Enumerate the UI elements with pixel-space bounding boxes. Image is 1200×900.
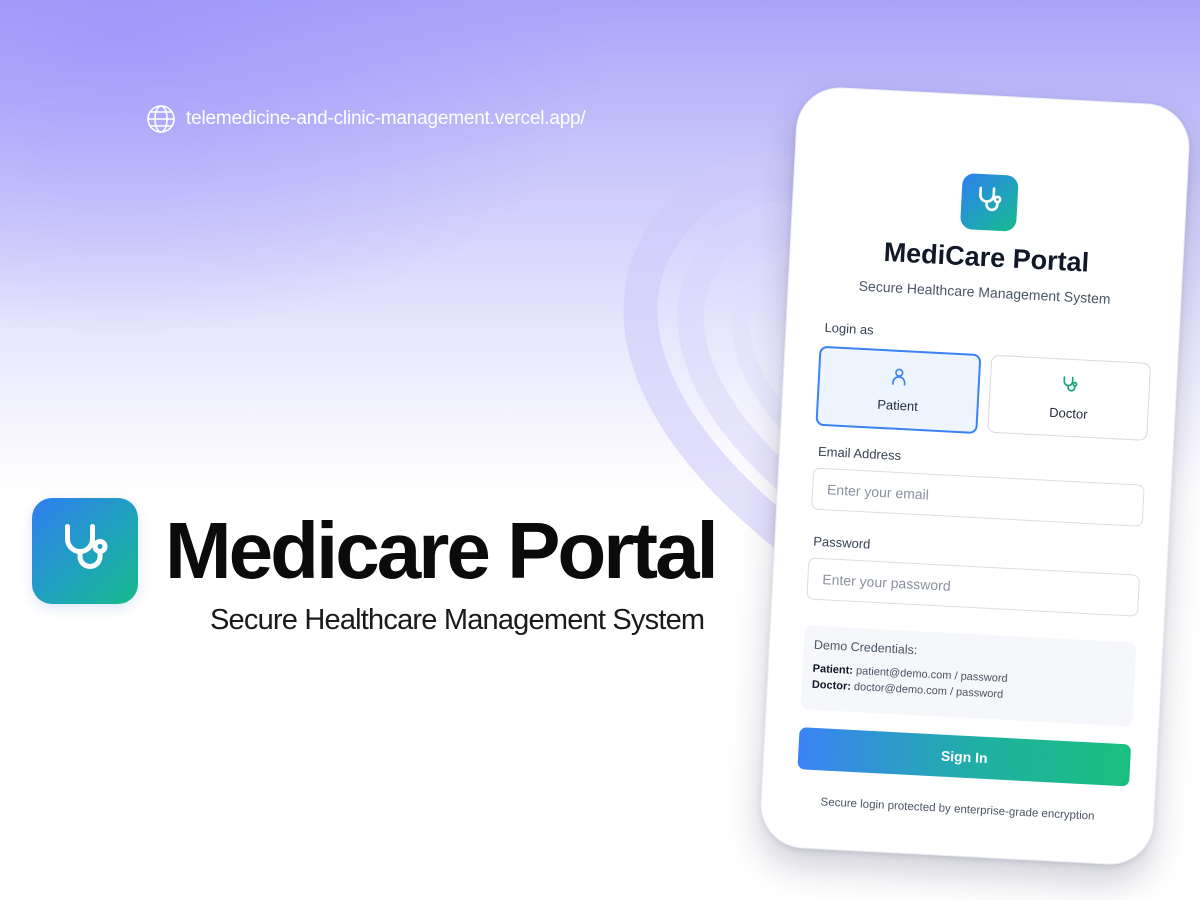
demo-doctor-label: Doctor: <box>811 678 852 693</box>
security-note: Secure login protected by enterprise-gra… <box>820 796 1095 823</box>
stethoscope-icon <box>972 183 1006 222</box>
demo-credentials-box: Demo Credentials: Patient: patient@demo.… <box>800 625 1137 727</box>
login-as-label: Login as <box>824 319 875 338</box>
user-icon <box>888 366 909 392</box>
demo-patient-label: Patient: <box>812 662 854 677</box>
brand-title: Medicare Portal <box>165 506 719 595</box>
email-label: Email Address <box>817 443 902 464</box>
role-option-doctor[interactable]: Doctor <box>987 354 1152 441</box>
url-display: telemedicine-and-clinic-management.verce… <box>146 104 586 134</box>
role-option-patient[interactable]: Patient <box>815 345 982 435</box>
sign-in-button[interactable]: Sign In <box>797 727 1132 787</box>
stethoscope-icon <box>55 519 115 584</box>
password-field[interactable] <box>806 557 1141 617</box>
brand-logo <box>32 498 138 604</box>
brand-subtitle: Secure Healthcare Management System <box>210 604 705 636</box>
role-label-doctor: Doctor <box>1048 404 1088 422</box>
app-title: MediCare Portal <box>883 236 1090 278</box>
app-logo <box>959 172 1019 232</box>
role-label-patient: Patient <box>876 396 919 414</box>
phone-mockup: MediCare Portal Secure Healthcare Manage… <box>758 85 1192 867</box>
stethoscope-icon <box>1059 374 1080 400</box>
url-text: telemedicine-and-clinic-management.verce… <box>186 108 586 129</box>
email-field[interactable] <box>811 467 1145 527</box>
globe-icon <box>146 104 176 134</box>
password-label: Password <box>812 533 871 552</box>
